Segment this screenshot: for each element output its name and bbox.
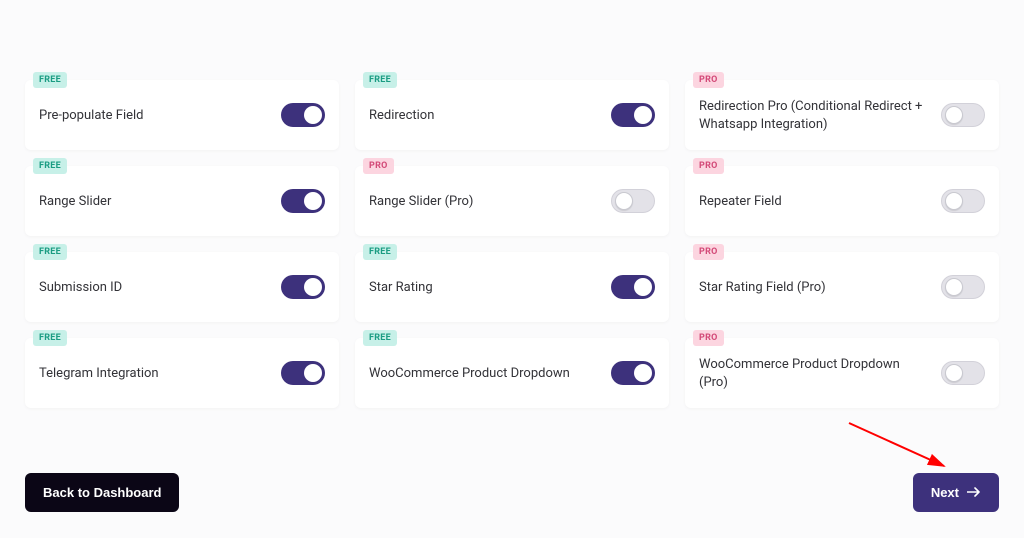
footer-bar: Back to Dashboard Next — [25, 473, 999, 512]
feature-toggle[interactable] — [281, 189, 325, 213]
feature-toggle[interactable] — [611, 103, 655, 127]
free-badge: FREE — [33, 72, 67, 88]
feature-card: FREEPre-populate Field — [25, 80, 339, 150]
pro-badge: PRO — [693, 330, 724, 346]
feature-toggle[interactable] — [281, 103, 325, 127]
feature-card: FREERedirection — [355, 80, 669, 150]
feature-toggle[interactable] — [941, 189, 985, 213]
feature-card: FREERange Slider — [25, 166, 339, 236]
free-badge: FREE — [363, 330, 397, 346]
feature-label: Range Slider (Pro) — [369, 189, 533, 211]
feature-grid: FREEPre-populate FieldFREERedirectionPRO… — [25, 80, 999, 408]
feature-toggle[interactable] — [941, 103, 985, 127]
feature-label: Star Rating — [369, 275, 493, 297]
feature-toggle[interactable] — [281, 275, 325, 299]
pro-badge: PRO — [693, 72, 724, 88]
feature-card: FREEStar Rating — [355, 252, 669, 322]
toggle-knob — [945, 278, 963, 296]
toggle-knob — [615, 192, 633, 210]
toggle-knob — [945, 364, 963, 382]
toggle-knob — [634, 106, 652, 124]
feature-toggle[interactable] — [611, 275, 655, 299]
pro-badge: PRO — [693, 244, 724, 260]
feature-label: Submission ID — [39, 275, 182, 297]
next-button-label: Next — [931, 485, 959, 500]
feature-label: Pre-populate Field — [39, 103, 204, 125]
toggle-knob — [304, 278, 322, 296]
free-badge: FREE — [33, 244, 67, 260]
feature-card: FREESubmission ID — [25, 252, 339, 322]
pro-badge: PRO — [363, 158, 394, 174]
free-badge: FREE — [363, 72, 397, 88]
free-badge: FREE — [33, 330, 67, 346]
feature-toggle[interactable] — [281, 361, 325, 385]
feature-toggle[interactable] — [611, 189, 655, 213]
toggle-knob — [634, 364, 652, 382]
feature-label: WooCommerce Product Dropdown — [369, 361, 630, 383]
feature-label: Repeater Field — [699, 189, 842, 211]
feature-label: Redirection — [369, 103, 494, 125]
free-badge: FREE — [33, 158, 67, 174]
toggle-knob — [304, 364, 322, 382]
feature-card: PRORepeater Field — [685, 166, 999, 236]
feature-label: Range Slider — [39, 189, 171, 211]
feature-toggle[interactable] — [941, 275, 985, 299]
toggle-knob — [634, 278, 652, 296]
free-badge: FREE — [363, 244, 397, 260]
toggle-knob — [304, 192, 322, 210]
feature-label: Star Rating Field (Pro) — [699, 275, 886, 297]
feature-toggle[interactable] — [611, 361, 655, 385]
feature-card: FREETelegram Integration — [25, 338, 339, 408]
toggle-knob — [945, 192, 963, 210]
feature-card: PRORange Slider (Pro) — [355, 166, 669, 236]
feature-card: PROStar Rating Field (Pro) — [685, 252, 999, 322]
next-button[interactable]: Next — [913, 473, 999, 512]
feature-label: Telegram Integration — [39, 361, 219, 383]
feature-card: PRORedirection Pro (Conditional Redirect… — [685, 80, 999, 150]
back-to-dashboard-button[interactable]: Back to Dashboard — [25, 473, 179, 512]
toggle-knob — [945, 106, 963, 124]
feature-card: PROWooCommerce Product Dropdown (Pro) — [685, 338, 999, 408]
arrow-right-icon — [967, 485, 981, 500]
feature-card: FREEWooCommerce Product Dropdown — [355, 338, 669, 408]
pro-badge: PRO — [693, 158, 724, 174]
feature-toggle[interactable] — [941, 361, 985, 385]
toggle-knob — [304, 106, 322, 124]
